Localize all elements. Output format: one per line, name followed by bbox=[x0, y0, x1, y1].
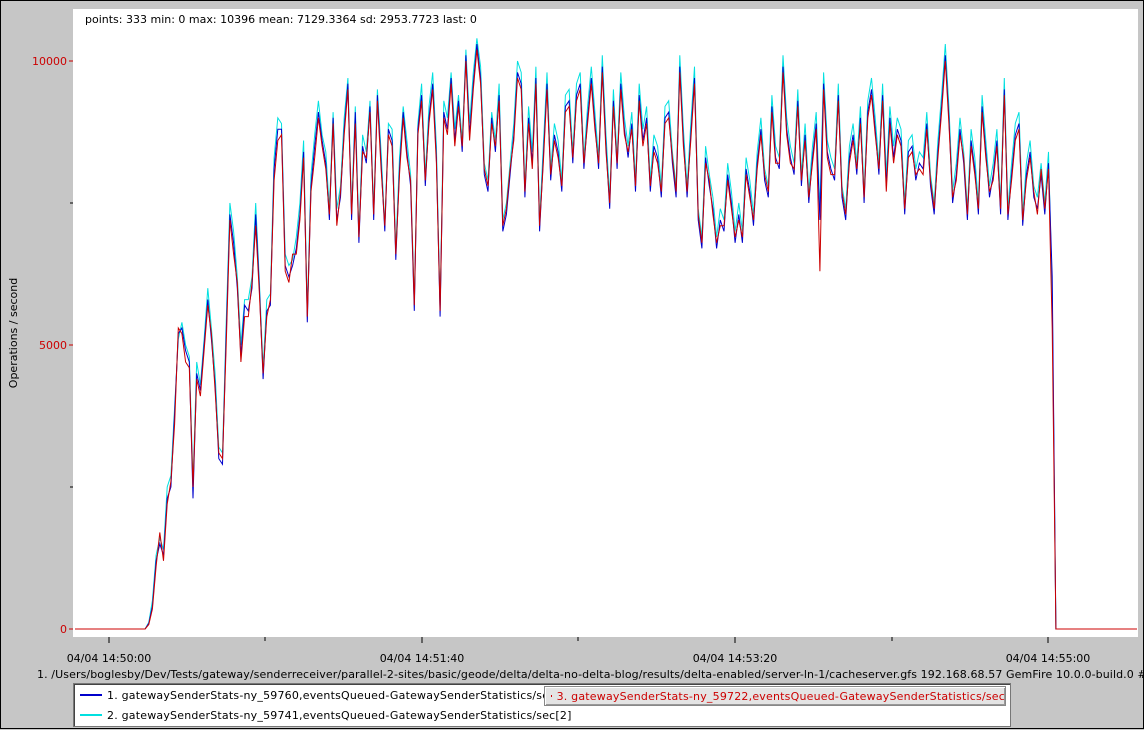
legend-label-3: 3. gatewaySenderStats-ny_59722,eventsQue… bbox=[556, 689, 1005, 703]
x-tick-label: 04/04 14:50:00 bbox=[67, 652, 152, 665]
x-tick-label: 04/04 14:51:40 bbox=[380, 652, 465, 665]
legend-label-1: 1. gatewaySenderStats-ny_59760,eventsQue… bbox=[107, 688, 572, 702]
chart-window: points: 333 min: 0 max: 10396 mean: 7129… bbox=[0, 0, 1144, 729]
source-file-line: 1. /Users/boglesby/Dev/Tests/gateway/sen… bbox=[37, 668, 1143, 681]
legend-item-series-2[interactable]: 2. gatewaySenderStats-ny_59741,eventsQue… bbox=[80, 706, 572, 724]
x-axis: 04/04 14:50:00 04/04 14:51:40 04/04 14:53:… bbox=[67, 637, 1091, 665]
x-tick-label: 04/04 14:53:20 bbox=[693, 652, 778, 665]
stats-summary: points: 333 min: 0 max: 10396 mean: 7129… bbox=[85, 13, 477, 26]
legend-swatch-blue-icon bbox=[80, 694, 102, 696]
legend-item-series-3[interactable]: 3. gatewaySenderStats-ny_59722,eventsQue… bbox=[544, 686, 1006, 706]
y-axis-label: Operations / second bbox=[7, 278, 20, 388]
x-tick-label: 04/04 14:55:00 bbox=[1006, 652, 1091, 665]
legend-item-series-1[interactable]: 1. gatewaySenderStats-ny_59760,eventsQue… bbox=[80, 686, 572, 704]
legend: 1. gatewaySenderStats-ny_59760,eventsQue… bbox=[73, 683, 1011, 727]
legend-swatch-cyan-icon bbox=[80, 714, 102, 716]
legend-swatch-red-icon bbox=[551, 695, 552, 697]
y-axis: 0 5000 10000 bbox=[32, 55, 73, 636]
plot-area[interactable] bbox=[73, 9, 1138, 637]
y-tick-label: 5000 bbox=[39, 339, 67, 352]
y-tick-label: 0 bbox=[60, 623, 67, 636]
y-tick-label: 10000 bbox=[32, 55, 67, 68]
legend-label-2: 2. gatewaySenderStats-ny_59741,eventsQue… bbox=[107, 708, 572, 722]
chart-canvas: points: 333 min: 0 max: 10396 mean: 7129… bbox=[7, 9, 1138, 665]
